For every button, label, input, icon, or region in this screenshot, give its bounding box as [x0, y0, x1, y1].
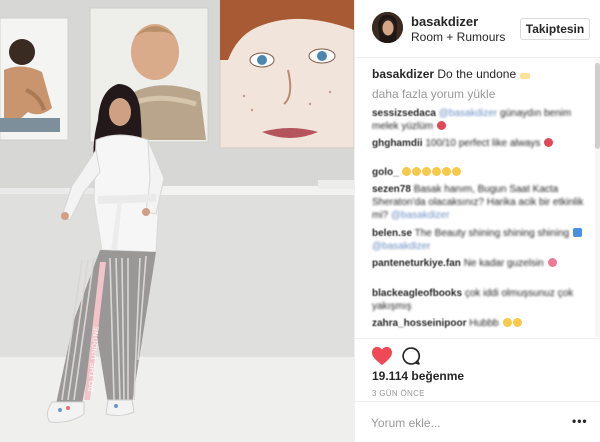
add-comment-bar: •••	[355, 401, 600, 442]
face-emoji-icon	[412, 167, 422, 176]
comments-list: basakdizer Do the undone daha fazla yoru…	[355, 59, 600, 337]
comment-item: golo_	[372, 166, 594, 179]
avatar[interactable]	[372, 12, 403, 43]
comment-mention[interactable]: @basakdizer	[372, 241, 431, 252]
face-emoji-icon	[442, 167, 452, 176]
face-emoji-icon	[547, 258, 557, 267]
comment-username[interactable]: belen.se	[372, 228, 412, 239]
post-panel: basakdizer Room + Rumours Takiptesin bas…	[354, 0, 600, 442]
comments-scrollbar[interactable]	[595, 59, 600, 337]
painting-3	[219, 0, 354, 149]
comment-username[interactable]: blackeagleofbooks	[372, 288, 462, 299]
comment-username[interactable]: ghghamdii	[372, 138, 423, 149]
comment-text: Hubbb	[469, 318, 499, 329]
face-emoji-icon	[452, 167, 462, 176]
comment-input[interactable]	[371, 414, 561, 432]
load-more-comments-link[interactable]: daha fazla yorum yükle	[372, 87, 495, 101]
comment-text: 100/10 perfect like always	[425, 138, 541, 149]
comment-username[interactable]: zahra_hosseinipoor	[372, 318, 466, 329]
blue-heart-emoji-icon	[572, 228, 582, 237]
post-header: basakdizer Room + Rumours Takiptesin	[355, 0, 600, 58]
like-count[interactable]: 19.114 beğenme	[372, 369, 464, 383]
post-timestamp[interactable]: 3 GÜN ÖNCE	[372, 389, 425, 398]
heart-emoji-icon	[436, 121, 446, 130]
caption-text: Do the undone	[437, 67, 517, 81]
comment-icon[interactable]	[401, 346, 421, 366]
comment-item: blackeagleofbooks çok iddi olmuşsunuz ço…	[372, 287, 594, 313]
post-photo-illustration: DO THE UNDONE	[0, 0, 354, 442]
comment-item: sessizsedaca @basakdizer günaydın benim …	[372, 107, 594, 133]
painting-1	[0, 17, 69, 141]
comment-item: ghghamdii 100/10 perfect like always	[372, 137, 594, 150]
comment-username[interactable]: golo_	[372, 167, 399, 178]
following-button[interactable]: Takiptesin	[520, 18, 590, 40]
face-emoji-icon	[502, 318, 512, 327]
sparkle-emoji-icon	[520, 73, 531, 79]
face-emoji-icon	[512, 318, 522, 327]
header-username[interactable]: basakdizer	[411, 14, 478, 29]
face-emoji-icon	[422, 167, 432, 176]
comment-item: belen.se The Beauty shining shining shin…	[372, 227, 594, 253]
more-options-icon[interactable]: •••	[572, 414, 588, 428]
post-photo[interactable]: DO THE UNDONE	[0, 0, 354, 442]
header-location[interactable]: Room + Rumours	[411, 30, 505, 44]
heart-icon[interactable]	[371, 346, 393, 366]
emoji-row	[401, 167, 462, 178]
comment-item: panteneturkiye.fan Ne kadar guzelsin	[372, 257, 594, 270]
post-caption: basakdizer Do the undone	[372, 67, 531, 81]
comment-mention[interactable]: @basakdizer	[439, 108, 498, 119]
face-emoji-icon	[402, 167, 412, 176]
caption-username[interactable]: basakdizer	[372, 67, 434, 81]
comment-username[interactable]: panteneturkiye.fan	[372, 258, 461, 269]
comment-item: zahra_hosseinipoor Hubbb	[372, 317, 594, 330]
post-actions: 19.114 beğenme 3 GÜN ÖNCE	[355, 338, 600, 410]
comment-item: sezen78 Basak hanım, Bugun Saat Kacta Sh…	[372, 183, 594, 222]
comment-mention[interactable]: @basakdizer	[391, 210, 450, 221]
scrollbar-thumb[interactable]	[595, 63, 600, 149]
comment-text: Ne kadar guzelsin	[463, 258, 544, 269]
comment-username[interactable]: sezen78	[372, 184, 411, 195]
comment-username[interactable]: sessizsedaca	[372, 108, 436, 119]
heart-emoji-icon	[544, 138, 554, 147]
face-emoji-icon	[432, 167, 442, 176]
avatar-image	[372, 12, 403, 43]
comment-text: The Beauty shining shining shining	[414, 228, 570, 239]
